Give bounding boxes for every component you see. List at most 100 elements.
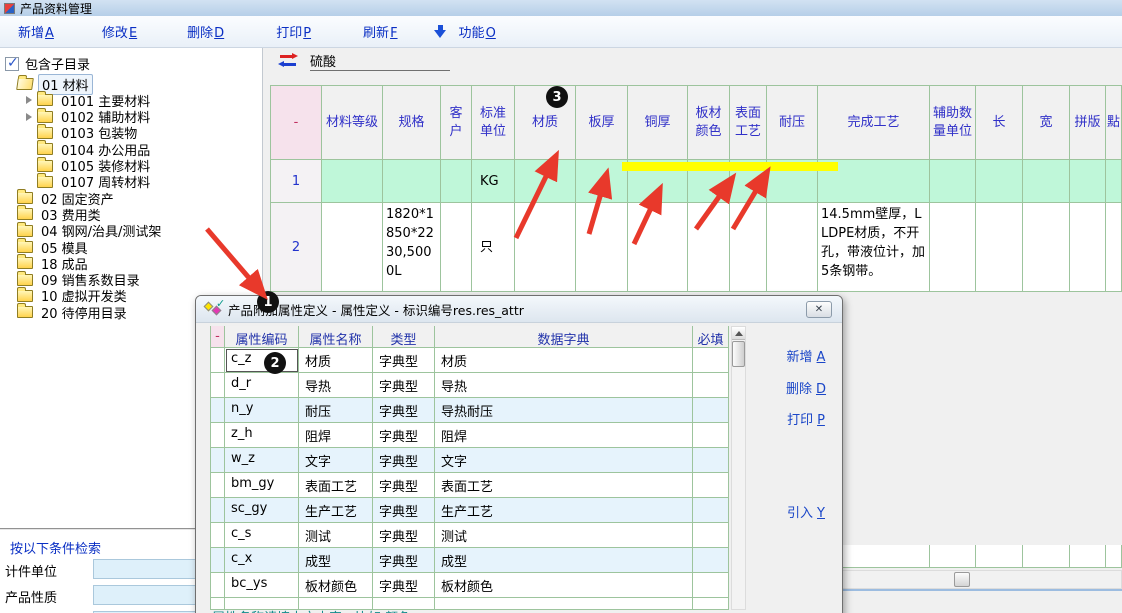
dialog-grid-cell[interactable] <box>693 548 729 573</box>
table-cell[interactable] <box>688 203 730 292</box>
dialog-grid-cell[interactable] <box>693 448 729 473</box>
table-cell[interactable] <box>576 160 628 203</box>
column-header-客户[interactable]: 客户 <box>441 85 472 160</box>
dialog-grid-cell[interactable] <box>693 573 729 598</box>
dialog-grid-cell[interactable]: 导热 <box>435 373 693 398</box>
dialog-grid-row[interactable]: c_z材质字典型材质 <box>210 348 729 373</box>
dialog-grid-cell[interactable]: 字典型 <box>373 523 435 548</box>
dialog-row-selector-cell[interactable] <box>210 398 225 423</box>
dialog-grid-cell[interactable]: 阻焊 <box>435 423 693 448</box>
dialog-grid-cell[interactable] <box>693 398 729 423</box>
column-header-點[interactable]: 點 <box>1106 85 1122 160</box>
column-header-材料等级[interactable]: 材料等级 <box>322 85 383 160</box>
table-cell[interactable] <box>1023 203 1070 292</box>
dialog-grid-cell[interactable]: 测试 <box>299 523 373 548</box>
dialog-grid-cell[interactable] <box>693 498 729 523</box>
dialog-grid-cell[interactable]: w_z <box>225 448 299 473</box>
table-cell[interactable] <box>1023 160 1070 203</box>
dialog-grid-row[interactable]: bc_ys板材颜色字典型板材颜色 <box>210 573 729 598</box>
column-header-规格[interactable]: 规格 <box>383 85 441 160</box>
tree-item[interactable]: 0104 办公用品 <box>26 141 153 157</box>
dialog-grid-cell[interactable]: 板材颜色 <box>435 573 693 598</box>
dialog-column-header-属性名称[interactable]: 属性名称 <box>299 326 373 348</box>
tree-item[interactable]: 0105 装修材料 <box>26 158 153 174</box>
dialog-grid-cell[interactable]: 阻焊 <box>299 423 373 448</box>
table-cell[interactable] <box>976 203 1023 292</box>
column-header-铜厚[interactable]: 铜厚 <box>628 85 688 160</box>
tree-item[interactable]: 0107 周转材料 <box>26 174 153 190</box>
dialog-grid-cell[interactable]: 字典型 <box>373 573 435 598</box>
dialog-grid-cell[interactable]: 字典型 <box>373 548 435 573</box>
table-cell[interactable] <box>1070 160 1106 203</box>
dialog-grid-cell[interactable]: 材质 <box>435 348 693 373</box>
row-number-cell[interactable]: 1 <box>270 160 322 203</box>
dialog-row-selector-cell[interactable] <box>210 498 225 523</box>
dialog-row-selector-cell[interactable] <box>210 348 225 373</box>
tree-item[interactable]: 0101 主要材料 <box>26 92 153 108</box>
scrollbar-up-arrow-icon[interactable] <box>732 327 745 340</box>
table-row[interactable]: 21820*1850*2230,5000L只14.5mm壁厚，LLDPE材质，不… <box>270 203 1122 292</box>
column-header-标准单位[interactable]: 标准单位 <box>472 85 515 160</box>
column-header-长[interactable]: 长 <box>976 85 1023 160</box>
dialog-grid-row[interactable]: d_r导热字典型导热 <box>210 373 729 398</box>
dialog-grid-cell[interactable]: c_x <box>225 548 299 573</box>
table-cell[interactable]: 1820*1850*2230,5000L <box>383 203 441 292</box>
table-cell[interactable] <box>441 203 472 292</box>
tree-item[interactable]: 0102 辅助材料 <box>26 109 153 125</box>
table-cell[interactable]: 14.5mm壁厚，LLDPE材质，不开孔，带液位计，加5条钢带。 <box>818 203 930 292</box>
dialog-grid-cell[interactable]: 表面工艺 <box>435 473 693 498</box>
swap-columns-icon[interactable] <box>278 54 298 69</box>
dialog-grid-cell[interactable]: 生产工艺 <box>299 498 373 523</box>
tree-item[interactable]: 09 销售系数目录 <box>6 272 143 288</box>
dialog-grid-cell[interactable]: 材质 <box>299 348 373 373</box>
dialog-grid-cell[interactable]: 字典型 <box>373 373 435 398</box>
toolbar-button-add[interactable]: 新增A <box>8 19 64 44</box>
dialog-add-button[interactable]: 新增A <box>774 346 838 365</box>
dialog-grid-cell[interactable]: 耐压 <box>299 398 373 423</box>
dialog-delete-button[interactable]: 删除D <box>774 378 838 397</box>
table-cell[interactable] <box>383 160 441 203</box>
dialog-titlebar[interactable]: 产品附加属性定义 - 属性定义 - 标识编号res.res_attr ✕ <box>196 296 842 323</box>
dialog-row-selector-cell[interactable] <box>210 373 225 398</box>
functions-down-arrow-icon[interactable] <box>434 25 447 38</box>
dialog-row-selector-cell[interactable] <box>210 573 225 598</box>
footer-cell[interactable] <box>1070 545 1106 568</box>
dialog-scrollbar-thumb[interactable] <box>732 341 745 367</box>
include-subdir-checkbox[interactable] <box>5 57 19 71</box>
tree-item[interactable]: 20 待停用目录 <box>6 304 130 320</box>
table-cell[interactable] <box>1106 160 1122 203</box>
footer-cell[interactable] <box>1106 545 1122 568</box>
column-header-耐压[interactable]: 耐压 <box>767 85 818 160</box>
dialog-grid-cell[interactable]: z_h <box>225 423 299 448</box>
quick-search-input[interactable] <box>310 50 450 71</box>
table-cell[interactable] <box>730 203 767 292</box>
dialog-grid-cell[interactable]: 文字 <box>299 448 373 473</box>
dialog-grid-cell[interactable]: bm_gy <box>225 473 299 498</box>
dialog-grid-cell[interactable] <box>693 473 729 498</box>
tree-expander-icon[interactable] <box>26 96 32 104</box>
table-cell[interactable] <box>322 203 383 292</box>
table-cell[interactable] <box>515 160 576 203</box>
dialog-grid-row[interactable]: sc_gy生产工艺字典型生产工艺 <box>210 498 729 523</box>
table-cell[interactable] <box>767 203 818 292</box>
dialog-grid-cell[interactable] <box>693 348 729 373</box>
dialog-row-selector-cell[interactable] <box>210 523 225 548</box>
dialog-column-header-属性编码[interactable]: 属性编码 <box>225 326 299 348</box>
dialog-import-button[interactable]: 引入Y <box>774 502 838 521</box>
column-header-完成工艺[interactable]: 完成工艺 <box>818 85 930 160</box>
dialog-row-selector-cell[interactable] <box>210 448 225 473</box>
dialog-close-button[interactable]: ✕ <box>806 301 832 318</box>
dialog-grid-cell[interactable]: c_s <box>225 523 299 548</box>
dialog-grid-cell[interactable]: 字典型 <box>373 423 435 448</box>
dialog-grid-cell[interactable]: c_z <box>225 348 299 373</box>
column-header-表面工艺[interactable]: 表面工艺 <box>730 85 767 160</box>
dialog-grid-cell[interactable]: 测试 <box>435 523 693 548</box>
column-header-板厚[interactable]: 板厚 <box>576 85 628 160</box>
footer-cell[interactable] <box>1023 545 1070 568</box>
dialog-grid-cell[interactable]: 表面工艺 <box>299 473 373 498</box>
table-cell[interactable] <box>930 203 976 292</box>
table-cell[interactable] <box>576 203 628 292</box>
dialog-grid-cell[interactable]: 导热 <box>299 373 373 398</box>
dialog-grid-row[interactable]: c_x成型字典型成型 <box>210 548 729 573</box>
dialog-grid-cell[interactable]: 字典型 <box>373 448 435 473</box>
